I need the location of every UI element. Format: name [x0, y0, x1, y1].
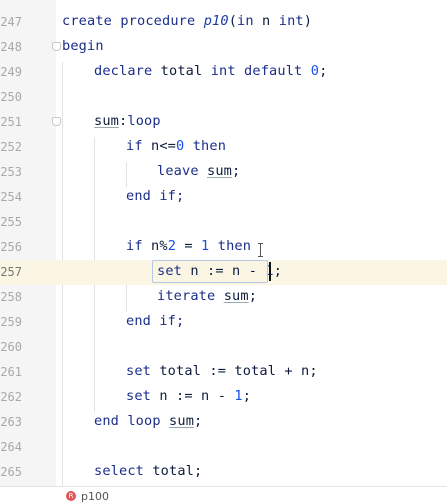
code-line[interactable]: 249 declare total int default 0; — [0, 60, 447, 85]
line-number: 265 — [0, 465, 22, 479]
line-number: 251 — [0, 115, 22, 129]
code-text: leave sum; — [157, 163, 241, 179]
code-line[interactable]: 263 end loop sum; — [0, 410, 447, 435]
code-line[interactable]: 251 sum:loop — [0, 110, 447, 135]
line-number: 261 — [0, 365, 22, 379]
code-text: declare total int default 0; — [94, 63, 328, 79]
code-line[interactable]: 248 begin — [0, 35, 447, 60]
code-line[interactable]: 252 if n<=0 then — [0, 135, 447, 160]
code-line[interactable]: 255 — [0, 210, 447, 235]
code-line[interactable]: 264 — [0, 435, 447, 460]
code-text: sum:loop — [94, 113, 161, 129]
text-caret — [269, 262, 271, 281]
line-number: 253 — [0, 165, 22, 179]
code-line[interactable]: 259 end if; — [0, 310, 447, 335]
code-line[interactable]: 256 if n%2 = 1 then — [0, 235, 447, 260]
line-number: 247 — [0, 15, 22, 29]
fold-marker-icon[interactable] — [52, 117, 61, 126]
selection-highlight — [152, 260, 268, 283]
line-number: 262 — [0, 390, 22, 404]
line-number: 258 — [0, 290, 22, 304]
code-text: iterate sum; — [157, 288, 258, 304]
fold-marker-icon[interactable] — [52, 42, 61, 51]
line-number: 254 — [0, 190, 22, 204]
code-line[interactable]: 250 — [0, 85, 447, 110]
code-text: create procedure p10(in n int) — [62, 13, 313, 29]
code-text: if n%2 = 1 then — [126, 238, 252, 254]
code-text: end if; — [126, 313, 185, 329]
code-text: set n := n - 1; — [126, 388, 252, 404]
code-line[interactable]: 260 — [0, 335, 447, 360]
code-text: select total; — [94, 463, 203, 479]
code-text: begin — [62, 38, 104, 54]
code-text: set total := total + n; — [126, 363, 318, 379]
code-line[interactable]: 258 iterate sum; — [0, 285, 447, 310]
code-line[interactable]: 262 set n := n - 1; — [0, 385, 447, 410]
code-text: end if; — [126, 188, 185, 204]
code-line[interactable]: 265 select total; — [0, 460, 447, 485]
line-number: 260 — [0, 340, 22, 354]
line-number: 250 — [0, 90, 22, 104]
line-number: 263 — [0, 415, 22, 429]
line-number: 264 — [0, 440, 22, 454]
code-line[interactable]: 253 leave sum; — [0, 160, 447, 185]
breadcrumb-item[interactable]: p100 — [81, 490, 109, 503]
code-text: if n<=0 then — [126, 138, 227, 154]
line-number: 257 — [0, 265, 22, 279]
line-number: 249 — [0, 65, 22, 79]
line-number: 259 — [0, 315, 22, 329]
code-line[interactable]: 254 end if; — [0, 185, 447, 210]
code-line[interactable]: 247 create procedure p10(in n int) — [0, 10, 447, 35]
code-line[interactable]: 261 set total := total + n; — [0, 360, 447, 385]
line-number: 256 — [0, 240, 22, 254]
code-text: end loop sum; — [94, 413, 203, 429]
breadcrumb-bar: R p100 — [0, 486, 447, 503]
mouse-ibeam-cursor-icon — [258, 243, 264, 257]
line-number: 255 — [0, 215, 22, 229]
line-number: 252 — [0, 140, 22, 154]
line-number: 248 — [0, 40, 22, 54]
